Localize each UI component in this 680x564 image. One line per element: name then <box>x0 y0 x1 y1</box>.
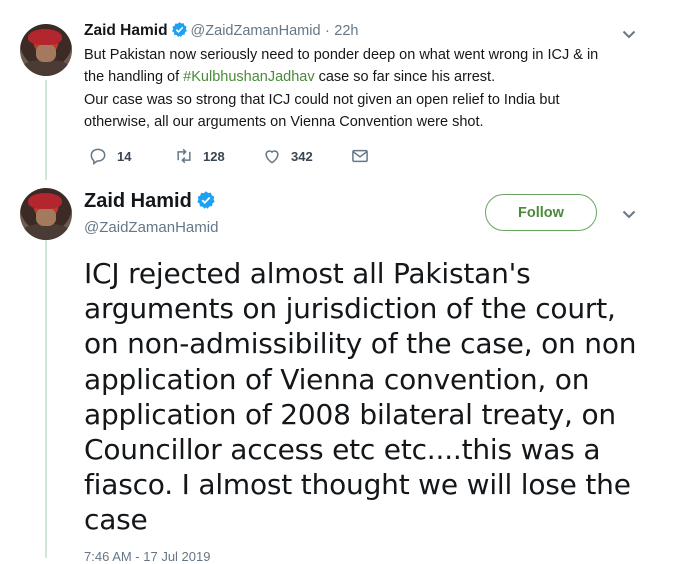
author-name[interactable]: Zaid Hamid <box>84 190 192 212</box>
tweet-timestamp[interactable]: 7:46 AM - 17 Jul 2019 <box>84 549 210 564</box>
tweet-text-line: the handling of #KulbhushanJadhav case s… <box>84 66 644 88</box>
reply-icon <box>90 148 106 165</box>
tweet-text-line: Councillor access etc etc....this was a <box>84 433 601 467</box>
message-button[interactable] <box>350 146 370 166</box>
retweet-button[interactable]: 128 <box>174 146 225 166</box>
tweet-text: ICJ rejected almost all Pakistan's argum… <box>84 256 654 538</box>
avatar[interactable] <box>20 24 72 76</box>
tweet-text-line: Our case was so strong that ICJ could no… <box>84 91 560 108</box>
tweet-text-line: on non-admissibility of the case, on non <box>84 327 637 361</box>
tweet-time[interactable]: 22h <box>334 23 358 39</box>
tweet-text-line: fiasco. I almost thought we will lose th… <box>84 468 631 502</box>
message-icon <box>352 149 368 163</box>
avatar-face-shape <box>36 44 56 62</box>
avatar-beret-shape <box>28 29 62 45</box>
avatar-beret-shape <box>28 193 62 209</box>
like-count: 342 <box>291 148 313 164</box>
tweet-text-line: application of 2008 bilateral treaty, on <box>84 397 616 431</box>
author-handle[interactable]: @ZaidZamanHamid <box>191 23 321 39</box>
chevron-down-icon[interactable] <box>622 210 636 219</box>
retweet-icon <box>177 148 191 164</box>
like-button[interactable]: 342 <box>262 146 313 166</box>
avatar-face-shape <box>36 208 56 226</box>
retweet-count: 128 <box>203 148 225 164</box>
thread-line-top <box>45 80 47 180</box>
separator-dot: · <box>324 23 330 39</box>
author-handle[interactable]: @ZaidZamanHamid <box>84 219 218 236</box>
tweet-text-line: arguments on jurisdiction of the court, <box>84 292 616 326</box>
tweet-text: But Pakistan now seriously need to ponde… <box>84 44 644 133</box>
verified-badge-icon <box>171 22 187 37</box>
tweet-text-line: But Pakistan now seriously need to ponde… <box>84 47 599 63</box>
tweet-text-line: otherwise, all our arguments on Vienna C… <box>84 113 484 130</box>
reply-button[interactable]: 14 <box>88 146 131 166</box>
tweet-text-line: case <box>84 503 148 537</box>
avatar[interactable] <box>20 188 72 240</box>
reply-count: 14 <box>117 148 132 164</box>
thread-line-bottom <box>45 240 47 558</box>
author-name[interactable]: Zaid Hamid <box>84 22 168 39</box>
chevron-down-icon[interactable] <box>622 30 636 39</box>
text-fragment: case so far since his arrest. <box>314 69 496 86</box>
follow-button[interactable]: Follow <box>485 194 597 231</box>
like-icon <box>265 150 279 164</box>
author-name-row: Zaid Hamid <box>84 190 219 213</box>
text-fragment: the handling of <box>84 69 184 86</box>
hashtag-link[interactable]: #KulbhushanJadhav <box>183 69 314 85</box>
avatar-body-shape <box>22 224 70 240</box>
tweet-header: Zaid Hamid @ZaidZamanHamid · 22h <box>84 21 358 40</box>
avatar-body-shape <box>22 60 70 76</box>
tweet-text-line: ICJ rejected almost all Pakistan's <box>84 257 531 290</box>
tweet-text-line: application of Vienna convention, on <box>84 362 590 396</box>
verified-badge-icon <box>197 191 215 209</box>
